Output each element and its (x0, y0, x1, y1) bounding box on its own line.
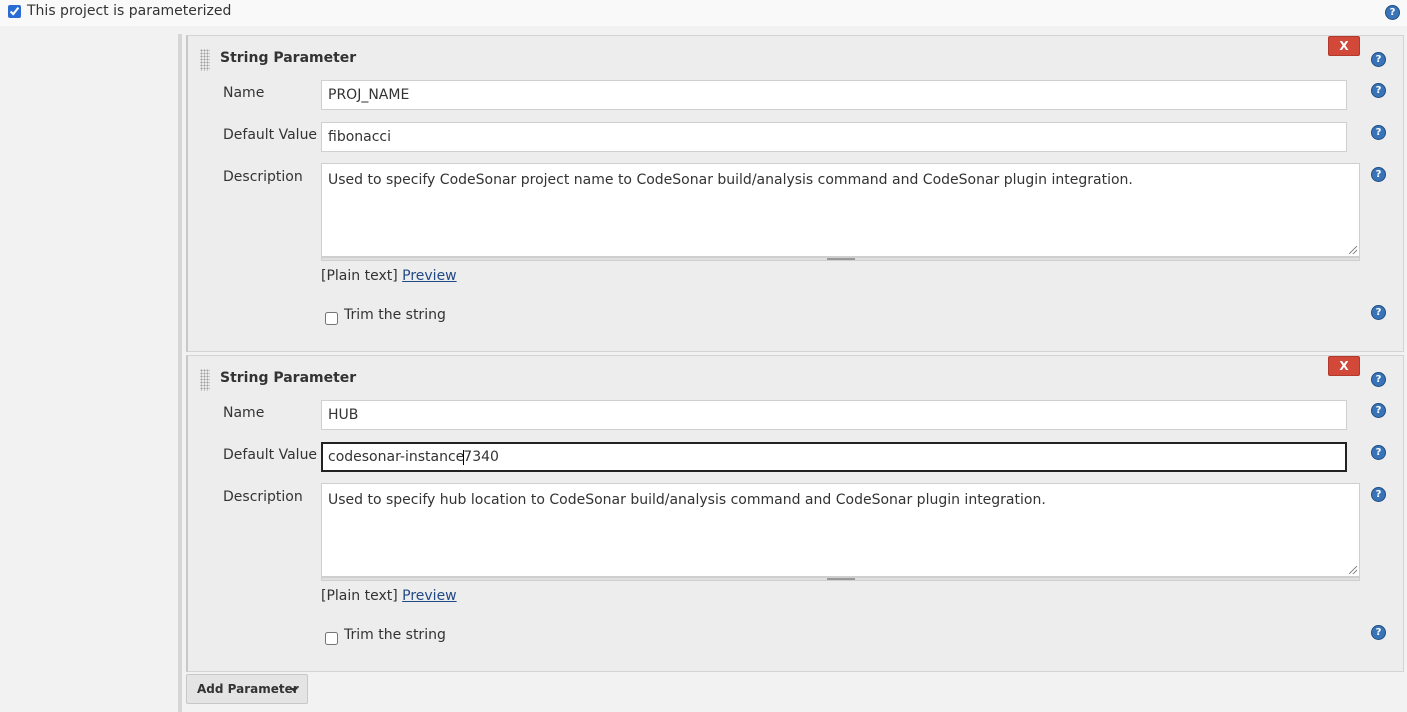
help-icon[interactable]: ? (1371, 403, 1386, 418)
resize-corner-icon[interactable] (1349, 246, 1357, 254)
delete-parameter-button[interactable]: X (1328, 356, 1360, 376)
markup-format-label: [Plain text] (321, 268, 398, 284)
default-value-field[interactable]: fibonacci (321, 122, 1347, 152)
name-field[interactable]: HUB (321, 400, 1347, 430)
drag-handle-icon[interactable] (200, 369, 210, 391)
default-value-text-after-caret: 7340 (463, 449, 499, 465)
preview-link[interactable]: Preview (402, 588, 457, 604)
help-icon[interactable]: ? (1371, 445, 1386, 460)
string-parameter-block: String Parameter X ? Name HUB ? Default … (186, 355, 1404, 672)
string-parameter-block: String Parameter X ? Name PROJ_NAME ? De… (186, 35, 1404, 352)
help-icon[interactable]: ? (1371, 52, 1386, 67)
help-icon[interactable]: ? (1371, 167, 1386, 182)
default-value-field[interactable]: codesonar-instance7340 (321, 442, 1347, 472)
description-text: Used to specify CodeSonar project name t… (328, 172, 1133, 188)
parameterized-label: This project is parameterized (27, 3, 232, 19)
dropdown-caret-icon (290, 688, 298, 692)
textarea-resize-handle[interactable] (321, 257, 1360, 261)
help-icon[interactable]: ? (1371, 487, 1386, 502)
description-text: Used to specify hub location to CodeSona… (328, 492, 1046, 508)
name-field[interactable]: PROJ_NAME (321, 80, 1347, 110)
help-icon[interactable]: ? (1371, 305, 1386, 320)
resize-corner-icon[interactable] (1349, 566, 1357, 574)
parameter-type-title: String Parameter (220, 370, 357, 386)
parameterized-checkbox[interactable] (8, 5, 21, 18)
delete-parameter-button[interactable]: X (1328, 36, 1360, 56)
default-value-text-before-caret: codesonar-instance (328, 449, 465, 465)
description-label: Description (223, 169, 303, 185)
description-textarea[interactable]: Used to specify CodeSonar project name t… (321, 163, 1360, 257)
markup-format: [Plain text] Preview (321, 588, 457, 604)
drag-handle-icon[interactable] (200, 49, 210, 71)
trim-checkbox[interactable] (325, 632, 338, 645)
section-divider (178, 34, 182, 712)
help-icon[interactable]: ? (1371, 625, 1386, 640)
name-label: Name (223, 405, 265, 421)
default-value-label: Default Value (223, 127, 318, 143)
description-textarea[interactable]: Used to specify hub location to CodeSona… (321, 483, 1360, 577)
add-parameter-button[interactable]: Add Parameter (186, 674, 308, 704)
trim-label: Trim the string (344, 627, 446, 643)
help-icon[interactable]: ? (1371, 83, 1386, 98)
help-icon[interactable]: ? (1371, 125, 1386, 140)
markup-format: [Plain text] Preview (321, 268, 457, 284)
parameter-type-title: String Parameter (220, 50, 357, 66)
preview-link[interactable]: Preview (402, 268, 457, 284)
parameterized-row: This project is parameterized ? (0, 0, 1407, 26)
add-parameter-label: Add Parameter (197, 682, 299, 696)
trim-label: Trim the string (344, 307, 446, 323)
default-value-label: Default Value (223, 447, 318, 463)
description-label: Description (223, 489, 303, 505)
help-icon[interactable]: ? (1385, 5, 1400, 20)
trim-checkbox[interactable] (325, 312, 338, 325)
name-label: Name (223, 85, 265, 101)
textarea-resize-handle[interactable] (321, 577, 1360, 581)
help-icon[interactable]: ? (1371, 372, 1386, 387)
markup-format-label: [Plain text] (321, 588, 398, 604)
